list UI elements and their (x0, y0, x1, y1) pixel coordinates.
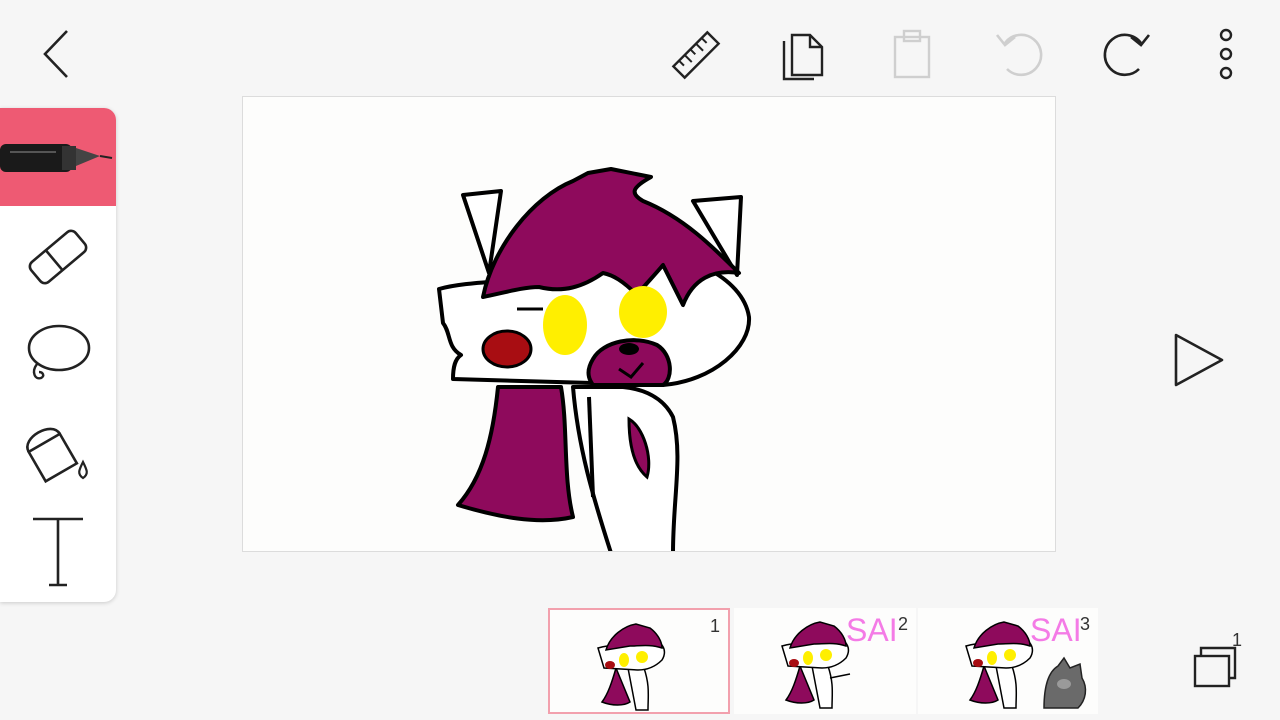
pen-icon (0, 144, 113, 172)
frame-number: 3 (1079, 614, 1090, 634)
drawing-artwork (437, 167, 752, 551)
drawing-canvas[interactable] (242, 96, 1056, 552)
more-options-button[interactable] (1206, 26, 1246, 82)
undo-button (992, 28, 1048, 80)
frame-number: 1 (709, 616, 720, 636)
redo-button[interactable] (1098, 28, 1154, 80)
frame-number: 2 (897, 614, 908, 634)
lasso-tool[interactable] (0, 306, 116, 404)
frame-overlay-text: SAI (846, 612, 898, 648)
tools-panel (0, 108, 116, 602)
fill-tool[interactable] (0, 404, 116, 502)
redo-icon (1103, 33, 1151, 77)
copy-button[interactable] (776, 26, 830, 82)
eraser-icon (28, 229, 88, 285)
ruler-icon (671, 30, 721, 80)
frame-overlay-text: SAI (1030, 612, 1082, 648)
frame-thumbnail[interactable]: 1 (548, 608, 730, 714)
paste-button (886, 26, 938, 82)
copy-icon (782, 33, 824, 81)
eraser-tool[interactable] (0, 208, 116, 306)
play-button[interactable] (1166, 330, 1230, 390)
paint-bucket-icon (26, 427, 88, 484)
frame-thumbnail-image (597, 623, 666, 711)
pen-tool[interactable] (0, 108, 116, 206)
lasso-icon (27, 324, 91, 380)
chevron-left-icon (43, 30, 68, 78)
back-button[interactable] (30, 26, 82, 82)
layers-count: 1 (1232, 630, 1243, 650)
ruler-button[interactable] (668, 28, 724, 82)
paste-icon (893, 29, 931, 79)
frame-thumbnail[interactable]: SAI 2 (734, 608, 916, 714)
text-tool[interactable] (0, 502, 116, 600)
frame-thumbnail[interactable]: SAI 3 (918, 608, 1098, 714)
undo-icon (995, 33, 1043, 77)
more-vertical-icon (1219, 28, 1233, 80)
play-icon (1174, 333, 1224, 387)
text-icon (33, 517, 83, 587)
